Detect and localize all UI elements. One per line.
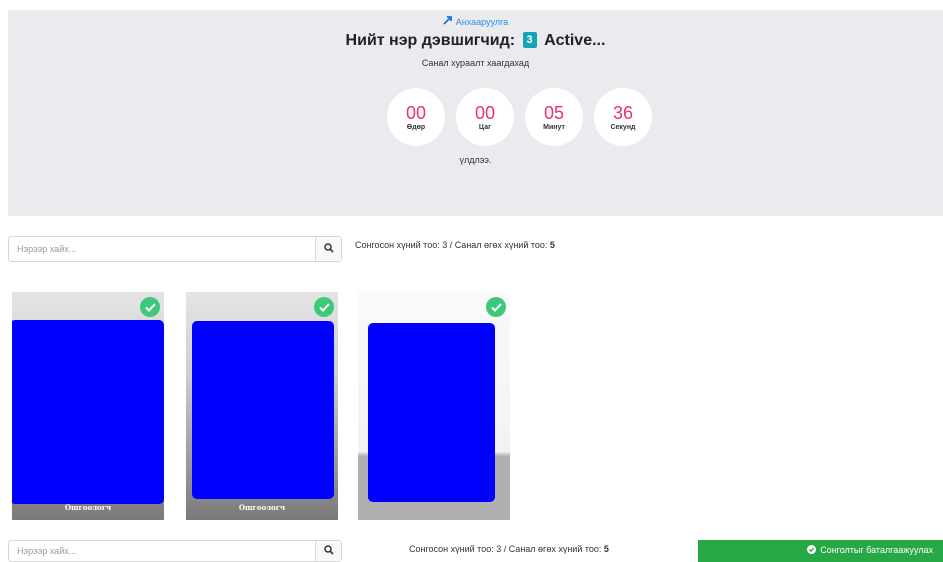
selection-counter-top: Сонгосон хүний тоо: 3 / Санал өгөх хүний…: [355, 240, 555, 250]
search-input-bottom[interactable]: [9, 541, 315, 561]
notice-link[interactable]: Анхааруулга: [8, 15, 943, 28]
countdown-days: 00 Өдөр: [387, 88, 445, 146]
hours-value: 00: [474, 102, 496, 123]
candidate-count-badge: 3: [522, 32, 537, 48]
minutes-label: Минут: [543, 123, 565, 131]
countdown-minutes: 05 Минут: [525, 88, 583, 146]
selected-check-icon[interactable]: [140, 297, 160, 317]
days-label: Өдөр: [406, 123, 426, 131]
selected-check-icon[interactable]: [314, 297, 334, 317]
search-button-bottom[interactable]: [315, 541, 341, 561]
candidate-caption: Ошгоологч: [238, 503, 286, 512]
search-icon: [323, 240, 334, 258]
candidate-card-1[interactable]: Ошгоологч: [12, 292, 164, 520]
hours-label: Цаг: [478, 123, 492, 131]
check-circle-icon: [807, 545, 817, 556]
search-button-top[interactable]: [315, 237, 341, 261]
selection-max: 5: [603, 544, 609, 554]
voting-header: Анхааруулга Нийт нэр дэвшигчид: 3 Active…: [8, 10, 943, 216]
selection-counter-text: Сонгосон хүний тоо: 3 / Санал өгөх хүний…: [355, 240, 548, 250]
selection-max: 5: [549, 240, 555, 250]
candidate-caption: Ошгоологч: [64, 503, 112, 512]
seconds-value: 36: [612, 102, 634, 123]
countdown-seconds: 36 Секунд: [594, 88, 652, 146]
search-input-top[interactable]: [9, 237, 315, 261]
title-prefix: Нийт нэр дэвшигчид:: [345, 32, 516, 49]
notice-text: Анхааруулга: [455, 17, 509, 27]
confirm-button-label: Сонголтыг баталгаажуулах: [820, 545, 933, 555]
countdown-hours: 00 Цаг: [456, 88, 514, 146]
search-bar-top: [8, 236, 342, 262]
redacted-area: [368, 323, 495, 502]
countdown-timer: 00 Өдөр 00 Цаг 05 Минут 36 Секунд: [387, 88, 652, 146]
trend-arrow-icon: [443, 15, 453, 28]
candidate-card-2[interactable]: Ошгоологч: [186, 292, 338, 520]
days-value: 00: [405, 102, 427, 123]
search-bar-bottom: [8, 540, 342, 562]
redacted-area: [192, 321, 334, 499]
candidate-card-3[interactable]: [358, 292, 510, 520]
minutes-value: 05: [543, 102, 565, 123]
countdown-caption: Санал хураалт хаагдахад: [421, 58, 530, 68]
redacted-area: [12, 320, 164, 504]
seconds-label: Секунд: [610, 123, 636, 131]
selection-counter-bottom: Сонгосон хүний тоо: 3 / Санал өгөх хүний…: [409, 544, 609, 554]
countdown-suffix: үлдлээ.: [459, 155, 492, 165]
selection-counter-text: Сонгосон хүний тоо: 3 / Санал өгөх хүний…: [409, 544, 602, 554]
confirm-selection-button[interactable]: Сонголтыг баталгаажуулах: [698, 540, 943, 562]
title-status: Active...: [544, 32, 606, 49]
page-title: Нийт нэр дэвшигчид: 3 Active...: [8, 32, 943, 50]
selected-check-icon[interactable]: [486, 297, 506, 317]
search-icon: [323, 542, 334, 560]
